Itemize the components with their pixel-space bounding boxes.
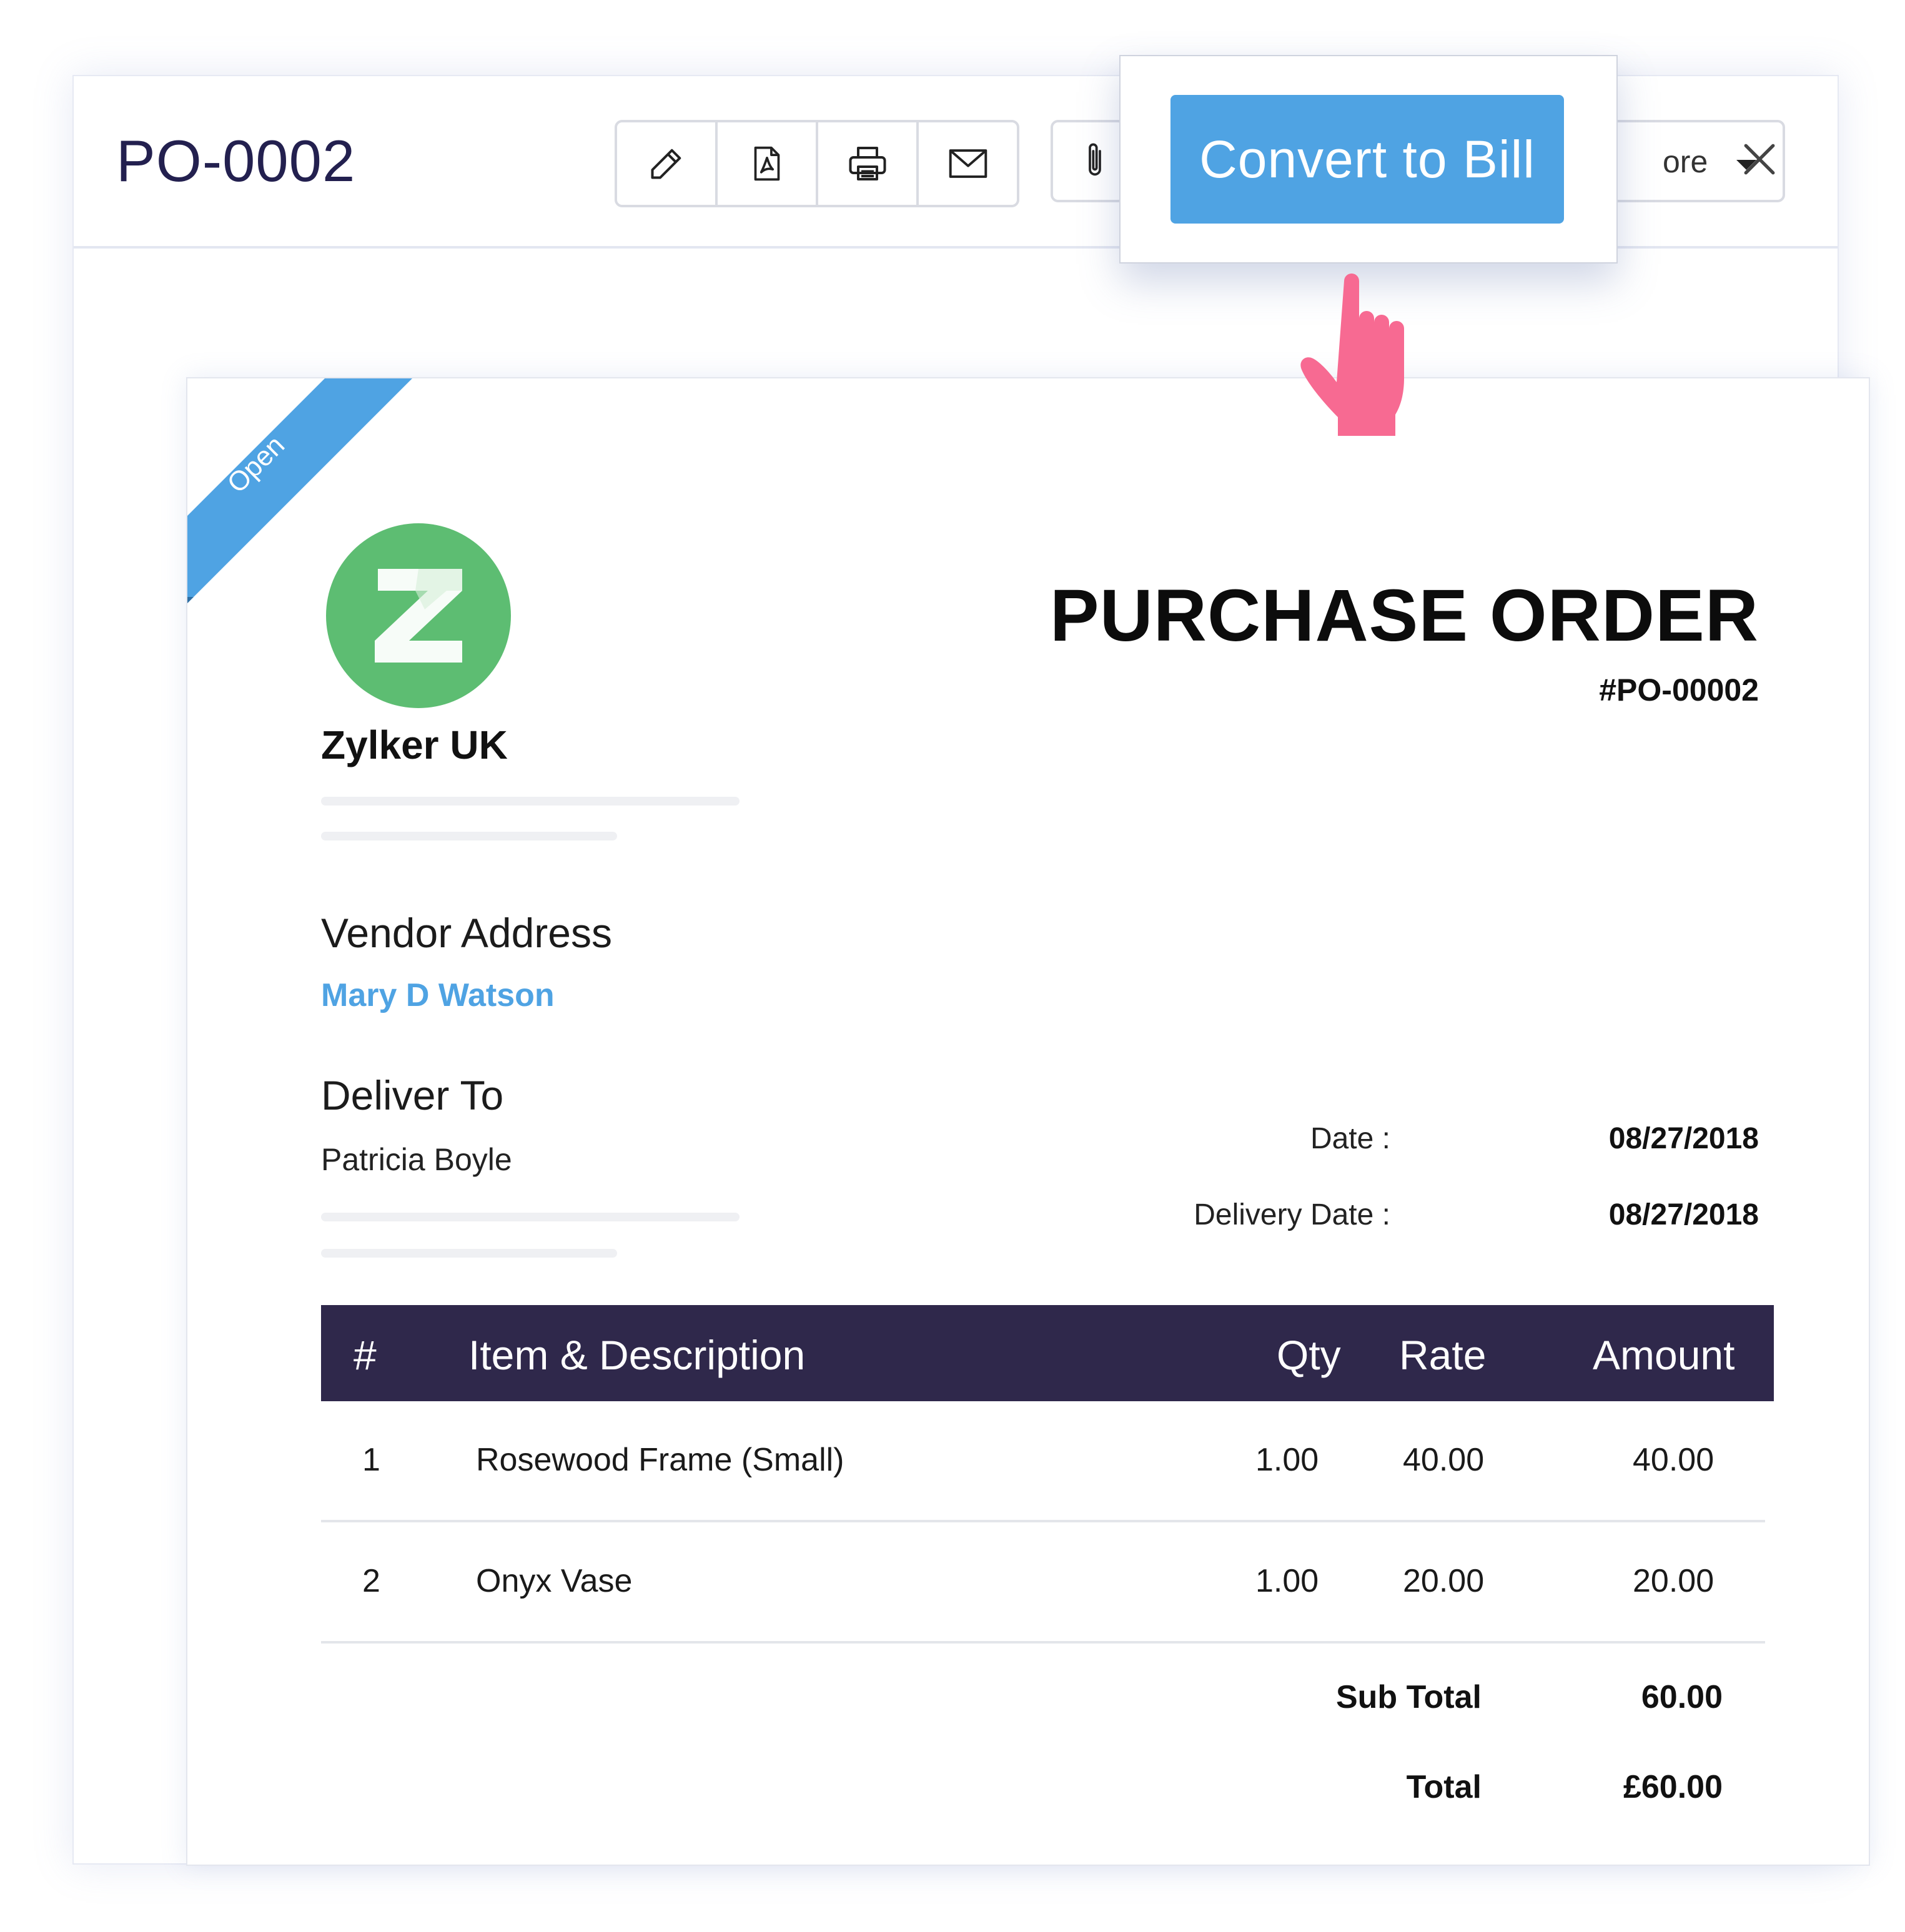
printer-icon bbox=[849, 147, 886, 180]
address-placeholder-line bbox=[321, 1249, 617, 1258]
more-label: ore bbox=[1663, 144, 1708, 179]
envelope-icon bbox=[949, 149, 987, 178]
items-table-header: # Item & Description Qty Rate Amount bbox=[321, 1305, 1774, 1401]
total-label: Total bbox=[1406, 1769, 1482, 1805]
company-logo: Z bbox=[326, 523, 511, 708]
column-header-amount: Amount bbox=[1593, 1332, 1735, 1378]
vendor-address-heading: Vendor Address bbox=[321, 910, 612, 956]
vendor-name-link[interactable]: Mary D Watson bbox=[321, 977, 555, 1014]
row-number: 2 bbox=[362, 1563, 380, 1599]
address-placeholder-line bbox=[321, 1213, 740, 1221]
address-placeholder-line bbox=[321, 832, 617, 840]
column-header-rate: Rate bbox=[1399, 1332, 1487, 1378]
row-item: Rosewood Frame (Small) bbox=[476, 1442, 844, 1478]
column-header-item: Item & Description bbox=[468, 1332, 806, 1378]
total-value: £60.00 bbox=[1623, 1769, 1723, 1805]
row-amount: 40.00 bbox=[1633, 1442, 1714, 1478]
edit-button[interactable] bbox=[617, 122, 718, 205]
close-icon[interactable] bbox=[1741, 141, 1778, 177]
row-number: 1 bbox=[362, 1442, 380, 1478]
row-item: Onyx Vase bbox=[476, 1563, 633, 1599]
row-qty: 1.00 bbox=[1255, 1442, 1319, 1478]
row-rate: 20.00 bbox=[1403, 1563, 1485, 1599]
convert-to-bill-button[interactable]: Convert to Bill bbox=[1170, 95, 1564, 224]
purchase-order-document: Open Z Zylker UK PURCHASE ORDER #PO-0000… bbox=[186, 377, 1870, 1866]
delivery-date-label: Delivery Date : bbox=[1194, 1198, 1390, 1231]
pointer-hand-icon bbox=[1300, 274, 1404, 436]
email-button[interactable] bbox=[919, 122, 1017, 205]
action-button-group bbox=[615, 120, 1019, 207]
row-rate: 40.00 bbox=[1403, 1442, 1485, 1478]
attach-button[interactable] bbox=[1051, 120, 1126, 202]
page-title: PO-0002 bbox=[116, 128, 356, 194]
deliver-to-heading: Deliver To bbox=[321, 1072, 504, 1118]
deliver-to-name: Patricia Boyle bbox=[321, 1142, 512, 1177]
date-value: 08/27/2018 bbox=[1608, 1122, 1759, 1155]
address-placeholder-line bbox=[321, 797, 740, 806]
print-button[interactable] bbox=[818, 122, 919, 205]
date-label: Date : bbox=[1310, 1122, 1390, 1155]
subtotal-value: 60.00 bbox=[1641, 1679, 1723, 1715]
delivery-date-value: 08/27/2018 bbox=[1608, 1198, 1759, 1231]
table-row: 1 Rosewood Frame (Small) 1.00 40.00 40.0… bbox=[321, 1401, 1765, 1522]
row-qty: 1.00 bbox=[1255, 1563, 1319, 1599]
subtotal-label: Sub Total bbox=[1335, 1679, 1482, 1715]
paperclip-icon bbox=[1089, 143, 1101, 176]
row-amount: 20.00 bbox=[1633, 1563, 1714, 1599]
column-header-qty: Qty bbox=[1277, 1332, 1341, 1378]
document-number: #PO-00002 bbox=[1599, 673, 1759, 707]
purchase-order-panel: PO-0002 ore Open Z Zylker UK PURCHASE OR… bbox=[72, 75, 1870, 1866]
table-row: 2 Onyx Vase 1.00 20.00 20.00 bbox=[321, 1522, 1765, 1644]
pdf-icon bbox=[754, 146, 779, 181]
convert-popover: Convert to Bill bbox=[1119, 55, 1618, 264]
company-name: Zylker UK bbox=[321, 722, 508, 767]
column-header-number: # bbox=[354, 1332, 377, 1378]
document-title: PURCHASE ORDER bbox=[1049, 574, 1759, 657]
pencil-icon bbox=[651, 149, 681, 179]
pdf-button[interactable] bbox=[718, 122, 818, 205]
